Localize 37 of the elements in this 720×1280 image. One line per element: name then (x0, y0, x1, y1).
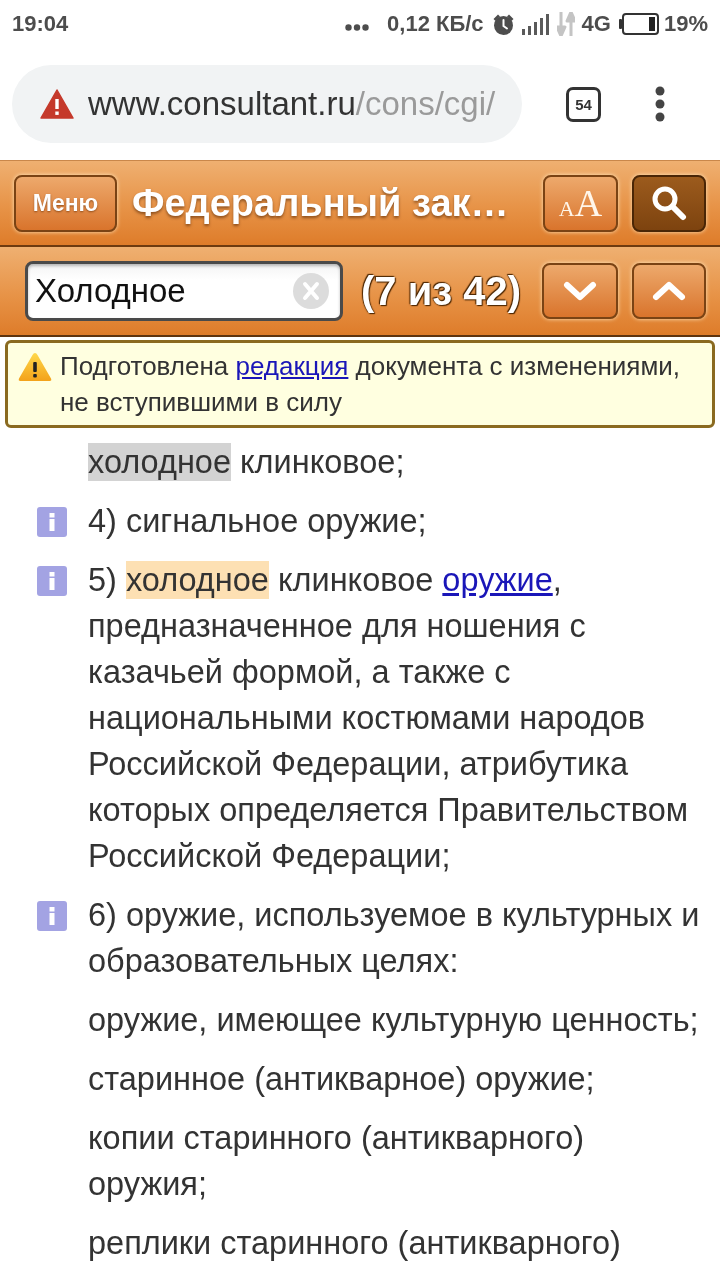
status-time: 19:04 (12, 11, 69, 37)
chevron-up-icon (652, 281, 686, 301)
previous-match-button[interactable] (632, 263, 706, 319)
paragraph-text: копии старинного (антикварного) оружия; (88, 1119, 586, 1204)
text-link[interactable]: редакция (235, 351, 349, 381)
search-button[interactable] (632, 174, 706, 232)
search-field[interactable]: Холодное (25, 261, 343, 321)
more-options-icon[interactable] (654, 86, 666, 122)
paragraph-text: оружие, имеющее культурную ценность; (88, 1001, 700, 1040)
battery-icon (618, 13, 659, 35)
next-match-button[interactable] (542, 263, 618, 319)
paragraph-text: холодное клинковое; (88, 442, 406, 483)
alarm-clock-icon (491, 12, 515, 36)
network-speed: 0,12 КБ/с (387, 11, 484, 37)
signal-bars-icon (521, 13, 550, 35)
search-icon (651, 185, 687, 221)
url-text: www.consultant.ru/cons/cgi/ (88, 85, 496, 123)
search-match: холодное (88, 443, 231, 481)
match-counter: (7 из 42) (361, 268, 522, 314)
address-bar[interactable]: www.consultant.ru/cons/cgi/ (12, 65, 522, 143)
paragraph-text: старинное (антикварное) оружие; (88, 1060, 596, 1099)
data-arrows-icon (556, 12, 575, 36)
paragraph-text: 4) сигнальное оружие; (88, 502, 428, 541)
text-link[interactable]: оружие (442, 562, 553, 598)
tab-count-button[interactable]: 54 (566, 86, 601, 122)
network-type: 4G (581, 11, 611, 37)
more-dots-icon (345, 23, 370, 31)
warning-icon (17, 351, 53, 383)
paragraph-text: реплики старинного (антикварного) (88, 1224, 622, 1263)
battery-percent: 19% (663, 11, 708, 37)
search-match: холодное (125, 561, 269, 599)
paragraph-text: 6) оружие, используемое в культурных и образовательных целях: (88, 896, 701, 981)
paragraph-text: 5) холодное клинковое оружие, предназначенное для ношения с казачьей формой, а также с национальными костюмами народов Российской Федерации, атрибутика которых определяется Правительством Российской Федерации; (88, 560, 690, 876)
notice-text: Подготовлена редакция документа с изменениями, не вступившими в силу (60, 350, 681, 419)
warning-icon (40, 89, 74, 119)
chevron-down-icon (563, 281, 597, 301)
document-title: Федеральный зак… (132, 181, 510, 225)
